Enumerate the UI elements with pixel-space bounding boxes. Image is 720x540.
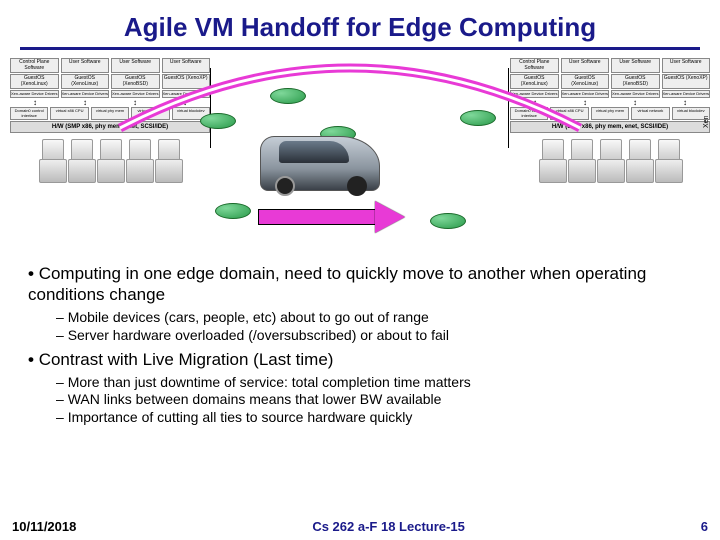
- car-icon: [260, 136, 380, 191]
- bullet-text: Contrast with Live Migration (Last time): [39, 350, 334, 369]
- server-icon: [597, 139, 623, 183]
- server-icon: [39, 139, 65, 183]
- guest-box: GuestOS (XenoLinux): [10, 74, 59, 89]
- mid-box: virtual x86 CPU: [50, 107, 88, 120]
- sub-bullet: More than just downtime of service: tota…: [56, 374, 692, 391]
- bullet-text: Computing in one edge domain, need to qu…: [28, 264, 646, 304]
- sub-bullet: WAN links between domains means that low…: [56, 391, 692, 408]
- router-icon: [200, 113, 236, 129]
- bullet-content: Computing in one edge domain, need to qu…: [0, 258, 720, 426]
- sw-box: User Software: [662, 58, 711, 73]
- sw-box: Control Plane Software: [10, 58, 59, 73]
- router-icon: [270, 88, 306, 104]
- guest-box: GuestOS (XenoXP): [662, 74, 711, 89]
- mid-box: virtual network: [631, 107, 669, 120]
- guest-box: GuestOS (XenoBSD): [611, 74, 660, 89]
- sub-bullet: Importance of cutting all ties to source…: [56, 409, 692, 426]
- xen-label: Xen: [703, 116, 710, 128]
- footer-page-number: 6: [701, 519, 708, 534]
- sub-bullet: Mobile devices (cars, people, etc) about…: [56, 309, 692, 326]
- diagram-area: Control Plane Software User Software Use…: [10, 58, 710, 258]
- server-icon: [655, 139, 681, 183]
- router-icon: [215, 203, 251, 219]
- driver-box: Xen-aware Device Drivers: [611, 90, 660, 98]
- movement-arrow-icon: [258, 203, 408, 231]
- router-icon: [460, 110, 496, 126]
- sw-box: User Software: [611, 58, 660, 73]
- footer-course: Cs 262 a-F 18 Lecture-15: [312, 519, 464, 534]
- router-icon: [430, 213, 466, 229]
- driver-box: Xen-aware Device Drivers: [10, 90, 59, 98]
- mid-box: Domain0 control interface: [10, 107, 48, 120]
- server-icon: [626, 139, 652, 183]
- server-icon: [68, 139, 94, 183]
- sub-bullet: Server hardware overloaded (/oversubscri…: [56, 327, 692, 344]
- slide-footer: 10/11/2018 Cs 262 a-F 18 Lecture-15 6: [0, 519, 720, 534]
- footer-date: 10/11/2018: [12, 519, 76, 534]
- driver-box: Xen-aware Device Drivers: [662, 90, 711, 98]
- slide-title: Agile VM Handoff for Edge Computing: [20, 0, 700, 50]
